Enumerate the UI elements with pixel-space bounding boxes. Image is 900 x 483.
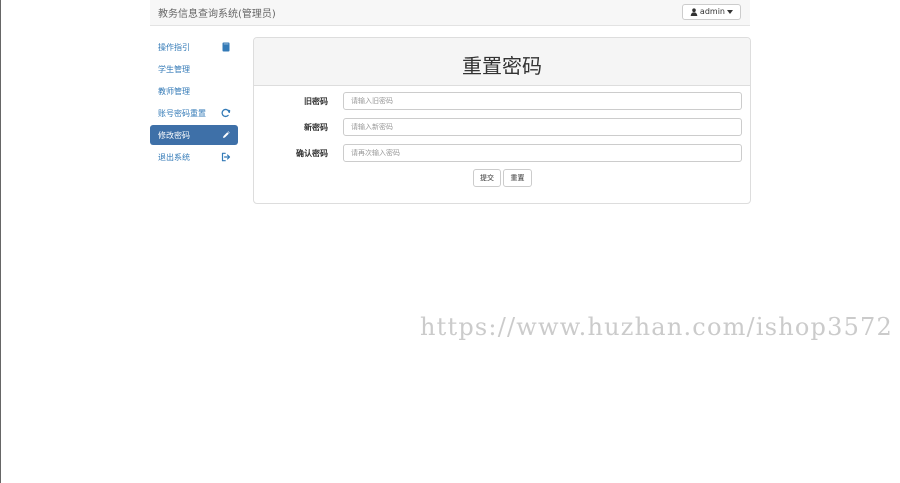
new-password-label: 新密码 xyxy=(304,123,328,132)
page-title: 重置密码 xyxy=(462,54,542,78)
old-password-field[interactable] xyxy=(343,92,742,110)
top-navbar: 教务信息查询系统(管理员) admin xyxy=(150,0,750,26)
sidebar-item-account-password-reset[interactable]: 账号密码重置 xyxy=(150,103,238,123)
sidebar-nav: 操作指引 学生管理 教师管理 账号密码重置 修改密码 退出系统 xyxy=(150,37,238,169)
sidebar-item-logout[interactable]: 退出系统 xyxy=(150,147,238,167)
sidebar-item-label: 学生管理 xyxy=(158,64,190,74)
new-password-field[interactable] xyxy=(343,118,742,136)
pencil-icon xyxy=(221,130,231,140)
sidebar-item-teacher-management[interactable]: 教师管理 xyxy=(150,81,238,101)
watermark-url: https://www.huzhan.com/ishop3572 xyxy=(420,313,893,341)
username-label: admin xyxy=(699,7,725,16)
sidebar-item-label: 账号密码重置 xyxy=(158,108,206,118)
panel-heading: 重置密码 xyxy=(254,38,750,86)
refresh-icon xyxy=(221,108,231,118)
reset-button[interactable]: 重置 xyxy=(503,169,532,187)
old-password-label: 旧密码 xyxy=(304,97,328,106)
sidebar-item-label: 退出系统 xyxy=(158,152,190,162)
sidebar-item-student-management[interactable]: 学生管理 xyxy=(150,59,238,79)
confirm-password-field[interactable] xyxy=(343,144,742,162)
book-icon xyxy=(221,42,231,52)
window-left-border xyxy=(0,0,1,483)
app-title: 教务信息查询系统(管理员) xyxy=(158,9,276,20)
chevron-down-icon xyxy=(727,10,733,14)
user-dropdown-button[interactable]: admin xyxy=(681,4,741,20)
sidebar-item-label: 操作指引 xyxy=(158,42,190,52)
sidebar-item-change-password[interactable]: 修改密码 xyxy=(150,125,238,145)
sidebar-item-guide[interactable]: 操作指引 xyxy=(150,37,238,57)
logout-icon xyxy=(221,152,231,162)
submit-button[interactable]: 提交 xyxy=(473,169,501,187)
sidebar-item-label: 教师管理 xyxy=(158,86,190,96)
user-icon xyxy=(690,8,698,16)
confirm-password-label: 确认密码 xyxy=(296,149,328,158)
sidebar-item-label: 修改密码 xyxy=(158,130,190,140)
